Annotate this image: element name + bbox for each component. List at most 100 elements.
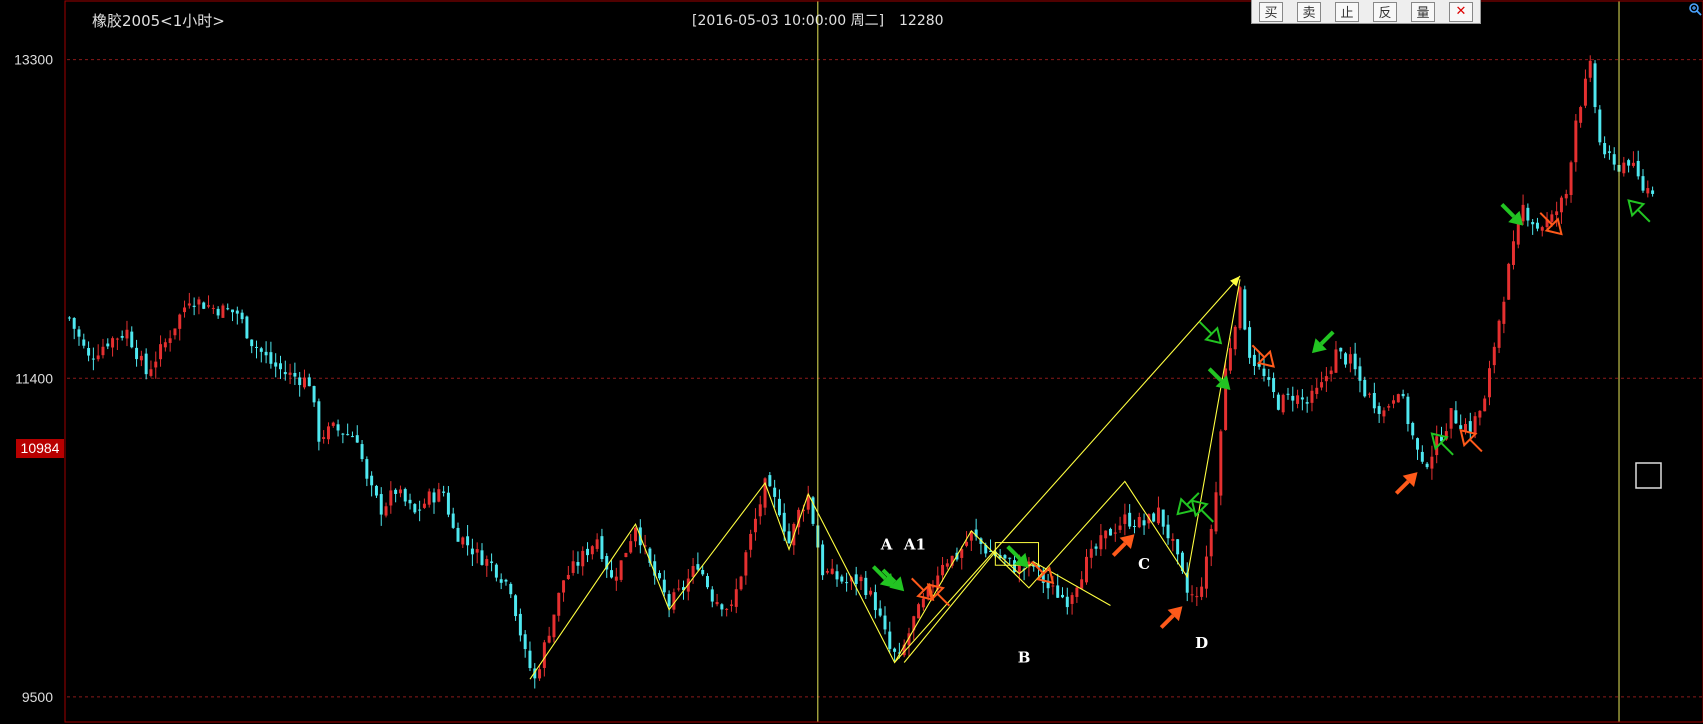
candle-body: [1473, 416, 1477, 435]
candle-body: [183, 307, 187, 313]
candle-body: [619, 560, 623, 580]
candle-body: [768, 475, 772, 487]
buy-button[interactable]: 买: [1259, 1, 1283, 22]
candle-body: [662, 579, 666, 593]
candle-body: [1276, 394, 1280, 410]
candle-body: [941, 564, 945, 576]
candle-body: [1401, 393, 1405, 397]
candle-body: [72, 318, 76, 329]
candle-body: [624, 552, 628, 558]
candle-body: [1511, 241, 1515, 265]
zoom-icon[interactable]: [1688, 2, 1702, 16]
candle-body: [878, 608, 882, 616]
candle-body: [1296, 395, 1300, 404]
candle-body: [1651, 190, 1655, 194]
candle-body: [1631, 162, 1635, 166]
candle-body: [1502, 301, 1506, 324]
annotation-label: B: [1018, 649, 1031, 667]
candle-body: [1492, 346, 1496, 366]
sell-button[interactable]: 卖: [1297, 1, 1321, 22]
stop-button[interactable]: 止: [1335, 1, 1359, 22]
candle-body: [91, 358, 95, 360]
volume-button[interactable]: 量: [1411, 1, 1435, 22]
candle-body: [312, 386, 316, 403]
candle-body: [509, 583, 513, 595]
candle-body: [1583, 78, 1587, 106]
candle-body: [350, 436, 354, 438]
reverse-button[interactable]: 反: [1373, 1, 1397, 22]
candle-body: [1248, 327, 1252, 358]
candle-body: [1358, 366, 1362, 381]
candle-body: [1252, 354, 1256, 367]
candle-body: [1190, 594, 1194, 596]
candle-body: [586, 548, 590, 556]
candle-body: [1094, 546, 1098, 549]
candle-body: [231, 309, 235, 313]
candlestick-chart[interactable]: 13300 11400 9500 10984 A A1 B C D 橡胶2005<1小时> […: [0, 0, 1703, 724]
candle-body: [542, 642, 546, 668]
candle-body: [696, 564, 700, 570]
candle-body: [331, 422, 335, 426]
candle-body: [298, 377, 302, 386]
candle-body: [1555, 211, 1559, 216]
candle-body: [494, 564, 498, 578]
candle-body: [1603, 143, 1607, 155]
candle-body: [389, 490, 393, 506]
candle-body: [374, 485, 378, 496]
candle-body: [1099, 535, 1103, 550]
candle-body: [1646, 188, 1650, 194]
candle-body: [1607, 151, 1611, 153]
candle-body: [1425, 463, 1429, 468]
candle-body: [864, 577, 868, 596]
candle-body: [475, 549, 479, 553]
candle-body: [614, 576, 618, 581]
candle-body: [1156, 507, 1160, 524]
candle-body: [1204, 556, 1208, 589]
candle-body: [168, 338, 172, 343]
candle-body: [1243, 289, 1247, 330]
candle-body: [1392, 400, 1396, 404]
candle-body: [1214, 492, 1218, 532]
candle-body: [250, 339, 254, 347]
candle-body: [873, 592, 877, 611]
candle-body: [1636, 160, 1640, 177]
candle-body: [1449, 408, 1453, 429]
candle-body: [1593, 63, 1597, 108]
candle-body: [1372, 392, 1376, 409]
candle-body: [302, 377, 306, 388]
candle-body: [1132, 525, 1136, 527]
close-button[interactable]: ✕: [1449, 1, 1473, 22]
annotation-label: A1: [903, 535, 926, 553]
last-price-label: 10984: [21, 440, 60, 456]
candle-body: [1137, 517, 1141, 528]
candle-body: [720, 604, 724, 610]
candle-body: [1406, 396, 1410, 425]
candle-body: [1104, 530, 1108, 539]
candle-body: [135, 347, 139, 360]
candle-body: [163, 342, 167, 348]
candle-body: [945, 563, 949, 567]
candle-body: [130, 331, 134, 348]
candle-body: [274, 362, 278, 367]
candle-body: [1123, 514, 1127, 524]
candle-body: [264, 351, 268, 356]
candle-body: [1329, 370, 1333, 375]
candle-body: [159, 344, 163, 360]
candle-body: [581, 550, 585, 567]
candle-body: [1080, 579, 1084, 589]
candle-body: [1579, 107, 1583, 123]
candle-body: [1627, 160, 1631, 166]
candle-body: [514, 595, 518, 617]
candle-body: [1320, 382, 1324, 388]
candle-body: [1459, 425, 1463, 429]
candle-body: [173, 328, 177, 336]
candle-body: [245, 316, 249, 339]
candle-body: [1622, 162, 1626, 174]
candle-body: [758, 504, 762, 517]
candle-body: [456, 527, 460, 542]
candle-body: [1641, 176, 1645, 191]
candle-body: [859, 576, 863, 582]
candle-body: [610, 570, 614, 578]
candle-body: [1497, 320, 1501, 348]
candle-body: [835, 571, 839, 580]
